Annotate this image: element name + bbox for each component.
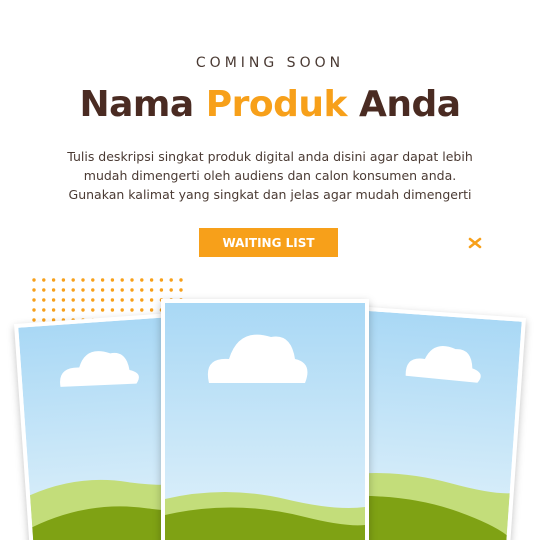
pattern-dot — [149, 278, 154, 282]
pattern-dot — [61, 308, 66, 312]
pattern-dot — [32, 288, 36, 292]
pattern-dot — [32, 278, 36, 282]
pattern-dot — [42, 288, 46, 292]
pattern-dot — [120, 308, 124, 312]
pattern-dot — [169, 278, 173, 282]
pattern-dot — [71, 278, 75, 282]
pattern-dot — [71, 298, 75, 302]
pattern-dot — [149, 308, 154, 312]
pattern-dot — [140, 308, 144, 312]
coming-soon-label: COMING SOON — [195, 55, 345, 71]
pattern-dot — [81, 288, 85, 292]
pattern-dot — [130, 278, 134, 282]
pattern-dot — [159, 278, 164, 282]
pattern-dot — [159, 288, 164, 292]
product-card-center — [161, 299, 369, 540]
pattern-dot — [32, 308, 36, 312]
pattern-dot — [100, 288, 105, 292]
pattern-dot — [42, 308, 46, 312]
pattern-dot — [149, 298, 154, 302]
pattern-dot — [91, 308, 95, 312]
description-line: mudah dimengerti oleh audiens dan calon … — [83, 168, 457, 183]
description-line: Tulis deskripsi singkat produk digital a… — [67, 149, 473, 164]
pattern-dot — [61, 298, 66, 302]
pattern-dot — [42, 278, 46, 282]
pattern-dot — [110, 288, 115, 292]
pattern-dot — [120, 298, 124, 302]
landscape-illustration — [345, 310, 522, 540]
pattern-dot — [110, 308, 115, 312]
pattern-dot — [51, 298, 56, 302]
pattern-dot — [179, 288, 183, 292]
pattern-dot — [120, 288, 124, 292]
pattern-dot — [140, 278, 144, 282]
pattern-dot — [91, 288, 95, 292]
title-part-2: Anda — [358, 84, 461, 125]
product-description: Tulis deskripsi singkat produk digital a… — [50, 147, 490, 204]
description-line: Gunakan kalimat yang singkat dan jelas a… — [68, 187, 472, 202]
pattern-dot — [110, 298, 115, 302]
pattern-dot — [71, 288, 75, 292]
pattern-dot — [81, 308, 85, 312]
pattern-dot — [100, 308, 105, 312]
sparkle-icon — [468, 237, 482, 249]
pattern-dot — [81, 278, 85, 282]
pattern-dot — [81, 298, 85, 302]
pattern-dot — [100, 278, 105, 282]
pattern-dot — [149, 288, 154, 292]
pattern-dot — [51, 308, 56, 312]
page-title: Nama Produk Anda — [0, 84, 540, 125]
pattern-dot — [140, 298, 144, 302]
pattern-dot — [71, 308, 75, 312]
landscape-illustration — [165, 303, 365, 540]
pattern-dot — [42, 298, 46, 302]
pattern-dot — [32, 298, 36, 302]
pattern-dot — [140, 288, 144, 292]
pattern-dot — [130, 308, 134, 312]
title-accent: Produk — [205, 84, 348, 125]
pattern-dot — [91, 298, 95, 302]
pattern-dot — [130, 288, 134, 292]
pattern-dot — [179, 278, 183, 282]
product-card-right — [341, 306, 526, 540]
pattern-dot — [51, 278, 56, 282]
pattern-dot — [120, 278, 124, 282]
pattern-dot — [61, 288, 66, 292]
pattern-dot — [91, 278, 95, 282]
pattern-dot — [100, 298, 105, 302]
pattern-dot — [32, 318, 36, 322]
pattern-dot — [130, 298, 134, 302]
pattern-dot — [169, 288, 173, 292]
pattern-dot — [51, 288, 56, 292]
waiting-list-button[interactable]: WAITING LIST — [199, 228, 338, 257]
title-part-1: Nama — [79, 84, 194, 125]
pattern-dot — [61, 278, 66, 282]
pattern-dot — [110, 278, 115, 282]
